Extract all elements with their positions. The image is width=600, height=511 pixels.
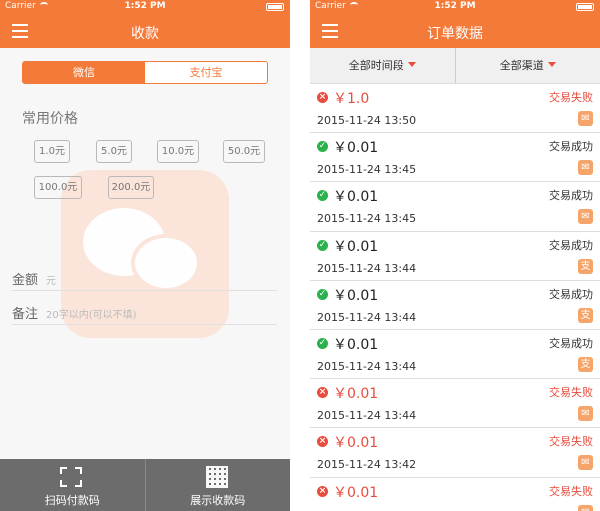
order-datetime: 2015-11-24 13:45 (317, 163, 417, 177)
order-row[interactable]: ✓ ￥0.01 交易成功 2015-11-24 13:45 ✉ (310, 182, 600, 232)
alipay-channel-icon: 支 (578, 307, 593, 323)
fail-x-icon: × (317, 485, 328, 497)
amount-input[interactable]: 元 (46, 272, 56, 287)
order-amount: ￥0.01 (333, 484, 379, 501)
order-data-screen: Carrier 1:52 PM 订单数据 全部时间段 全部渠道 × ￥1.0 交易失… (310, 0, 600, 511)
order-datetime: 2015-11-24 13:44 (317, 261, 417, 275)
order-list: × ￥1.0 交易失败 2015-11-24 13:50 ✉ ✓ ￥0.01 交易成功 2015… (310, 84, 600, 511)
time-range-filter[interactable]: 全部时间段 (310, 48, 455, 83)
order-filters: 全部时间段 全部渠道 (310, 48, 600, 84)
battery-icon (576, 3, 594, 11)
order-row[interactable]: × ￥0.01 交易失败 2015-11-24 13:44 ✉ (310, 379, 600, 429)
order-status: 交易成功 (549, 140, 593, 154)
success-check-icon: ✓ (317, 190, 328, 202)
bottom-action-bar: 扫码付款码 展示收款码 (0, 459, 290, 511)
channel-filter[interactable]: 全部渠道 (454, 48, 600, 83)
nav-bar: 订单数据 (310, 14, 600, 48)
order-status: 交易失败 (549, 386, 593, 400)
channel-label: 全部渠道 (499, 59, 544, 72)
status-bar: Carrier 1:52 PM (0, 0, 290, 14)
order-row[interactable]: ✓ ￥0.01 交易成功 2015-11-24 13:45 ✉ (310, 133, 600, 183)
order-row[interactable]: × ￥0.01 交易失败 ✉ (310, 477, 600, 511)
order-amount: ￥0.01 (333, 435, 379, 452)
price-chip[interactable]: 200.0元 (108, 176, 154, 199)
scan-icon (60, 467, 82, 487)
price-chip[interactable]: 100.0元 (34, 176, 82, 199)
dropdown-caret-icon (407, 62, 416, 67)
order-datetime: 2015-11-24 13:42 (317, 458, 417, 472)
amount-label: 金额 (12, 273, 39, 288)
order-status: 交易失败 (549, 91, 593, 104)
order-status: 交易成功 (549, 238, 593, 252)
order-status: 交易失败 (549, 484, 593, 498)
battery-icon (266, 3, 284, 11)
wechat-channel-icon: ✉ (578, 504, 593, 511)
success-check-icon: ✓ (317, 288, 328, 300)
dropdown-caret-icon (547, 62, 556, 67)
order-datetime: 2015-11-24 13:44 (317, 409, 417, 423)
order-amount: ￥0.01 (333, 238, 379, 255)
order-datetime: 2015-11-24 13:45 (317, 212, 417, 226)
success-check-icon: ✓ (317, 141, 328, 153)
note-label: 备注 (12, 307, 39, 322)
wechat-channel-icon: ✉ (578, 160, 593, 176)
alipay-channel-icon: 支 (578, 258, 593, 274)
success-check-icon: ✓ (317, 337, 328, 349)
fail-x-icon: × (317, 92, 328, 103)
order-row[interactable]: × ￥1.0 交易失败 2015-11-24 13:50 ✉ (310, 84, 600, 134)
tab-wechat[interactable]: 微信 (23, 62, 145, 83)
order-amount: ￥0.01 (333, 287, 379, 304)
page-title: 收款 (131, 26, 159, 42)
common-prices-title: 常用价格 (22, 111, 78, 127)
scan-payment-code-button[interactable]: 扫码付款码 (0, 459, 145, 511)
note-field[interactable]: 备注 20字以内(可以不填) (12, 299, 277, 325)
order-row[interactable]: × ￥0.01 交易失败 2015-11-24 13:42 ✉ (310, 428, 600, 478)
scan-button-label: 扫码付款码 (44, 494, 100, 507)
order-amount: ￥0.01 (333, 336, 379, 353)
order-row[interactable]: ✓ ￥0.01 交易成功 2015-11-24 13:44 支 (310, 280, 600, 330)
order-status: 交易成功 (549, 189, 593, 203)
order-status: 交易成功 (549, 287, 593, 301)
order-amount: ￥0.01 (333, 140, 379, 157)
alipay-channel-icon: 支 (578, 356, 593, 372)
qr-code-icon (205, 466, 228, 488)
status-time: 1:52 PM (124, 1, 166, 11)
wechat-channel-icon: ✉ (578, 406, 593, 422)
order-amount: ￥0.01 (333, 189, 379, 206)
wechat-channel-icon: ✉ (578, 111, 593, 126)
tab-alipay[interactable]: 支付宝 (145, 62, 267, 83)
time-range-label: 全部时间段 (348, 59, 404, 72)
order-amount: ￥1.0 (333, 91, 370, 107)
price-chip[interactable]: 1.0元 (34, 140, 70, 163)
order-datetime: 2015-11-24 13:50 (317, 114, 417, 127)
page-title: 订单数据 (427, 26, 483, 42)
collect-payment-screen: Carrier 1:52 PM 收款 微信 支付宝 常用价格 1.0元 5.0元… (0, 0, 290, 511)
price-chip[interactable]: 5.0元 (96, 140, 132, 163)
wechat-channel-icon: ✉ (578, 455, 593, 471)
order-status: 交易失败 (549, 435, 593, 449)
nav-bar: 收款 (0, 14, 290, 48)
order-row[interactable]: ✓ ￥0.01 交易成功 2015-11-24 13:44 支 (310, 231, 600, 281)
order-amount: ￥0.01 (333, 386, 379, 403)
amount-field[interactable]: 金额 元 (12, 265, 277, 291)
show-receive-code-button[interactable]: 展示收款码 (144, 459, 291, 511)
qr-button-label: 展示收款码 (190, 494, 246, 507)
wechat-channel-icon: ✉ (578, 209, 593, 225)
fail-x-icon: × (317, 387, 328, 399)
order-datetime: 2015-11-24 13:44 (317, 359, 417, 373)
note-input[interactable]: 20字以内(可以不填) (46, 306, 137, 321)
price-chip[interactable]: 10.0元 (157, 140, 199, 163)
order-datetime: 2015-11-24 13:44 (317, 310, 417, 324)
order-status: 交易成功 (549, 336, 593, 350)
status-time: 1:52 PM (434, 1, 476, 11)
success-check-icon: ✓ (317, 239, 328, 251)
order-row[interactable]: ✓ ￥0.01 交易成功 2015-11-24 13:44 支 (310, 329, 600, 380)
payment-method-tabs: 微信 支付宝 (22, 61, 268, 84)
price-chip[interactable]: 50.0元 (223, 140, 265, 163)
fail-x-icon: × (317, 436, 328, 448)
status-bar: Carrier 1:52 PM (310, 0, 600, 14)
